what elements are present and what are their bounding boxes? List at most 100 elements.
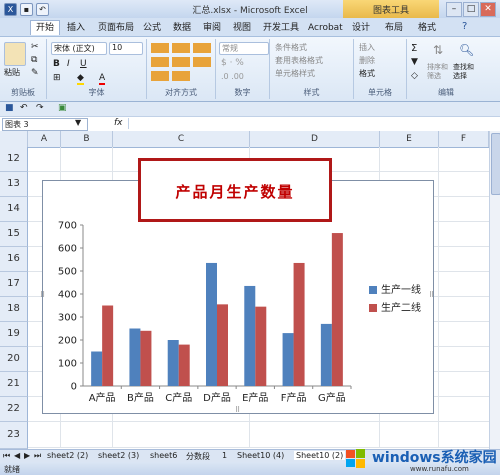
- print-icon[interactable]: ▣: [58, 103, 67, 113]
- column-header[interactable]: C: [113, 131, 250, 147]
- sheet-tab-active[interactable]: Sheet10 (2): [294, 451, 346, 460]
- sheet-nav-next-icon[interactable]: ▶: [24, 451, 30, 460]
- clear-icon[interactable]: ◇: [411, 71, 418, 81]
- font-name-select[interactable]: 宋体 (正文): [51, 42, 107, 55]
- row-header[interactable]: 14: [0, 197, 28, 222]
- legend-item[interactable]: 生产二线: [369, 299, 421, 314]
- font-group: 宋体 (正文) 10 B I U ⊞ ◆ A 字体: [47, 39, 147, 99]
- chart-resize-handle[interactable]: ⠿: [429, 291, 434, 299]
- border-icon[interactable]: ⊞: [53, 73, 61, 83]
- font-size-select[interactable]: 10: [109, 42, 143, 55]
- column-header[interactable]: A: [28, 131, 61, 147]
- format-cells-button[interactable]: 格式: [359, 68, 375, 79]
- row-header[interactable]: 13: [0, 172, 28, 197]
- row-header[interactable]: 21: [0, 372, 28, 397]
- align-top-icons[interactable]: [151, 43, 211, 53]
- legend-label: 生产一线: [381, 285, 421, 296]
- tab-page-layout[interactable]: 页面布局: [93, 21, 139, 35]
- currency-icon[interactable]: $ · %: [221, 58, 244, 68]
- table-format-button[interactable]: 套用表格格式: [275, 55, 323, 66]
- select-all-corner[interactable]: [0, 131, 28, 147]
- row-header[interactable]: 18: [0, 297, 28, 322]
- autosum-icon[interactable]: Σ: [411, 43, 417, 54]
- maximize-button[interactable]: □: [463, 2, 479, 17]
- sort-filter-button[interactable]: 排序和 筛选: [427, 63, 453, 81]
- sheet-tab[interactable]: 1: [222, 451, 227, 460]
- fx-icon[interactable]: fx: [114, 118, 123, 128]
- formula-input[interactable]: [128, 118, 487, 129]
- sheet-tab[interactable]: Sheet10 (4): [237, 451, 284, 460]
- delete-cells-button[interactable]: 删除: [359, 55, 375, 66]
- sheet-tab[interactable]: sheet6: [150, 451, 177, 460]
- minimize-button[interactable]: –: [446, 2, 462, 17]
- cell-style-button[interactable]: 单元格样式: [275, 68, 315, 79]
- indent-icons[interactable]: [151, 71, 191, 81]
- row-header[interactable]: 12: [0, 147, 28, 172]
- watermark: windows系统家园 www.runafu.com: [340, 444, 500, 475]
- tab-insert[interactable]: 插入: [62, 21, 90, 35]
- legend-item[interactable]: 生产一线: [369, 281, 421, 296]
- copy-icon[interactable]: ⧉: [31, 55, 37, 65]
- tab-format[interactable]: 格式: [413, 21, 441, 35]
- tab-developer[interactable]: 开发工具: [258, 21, 304, 35]
- undo-icon[interactable]: ↶: [20, 103, 28, 113]
- sort-icon[interactable]: ⇅: [433, 43, 443, 57]
- help-icon[interactable]: ?: [462, 21, 467, 32]
- redo-icon[interactable]: ↷: [36, 103, 44, 113]
- tab-review[interactable]: 审阅: [198, 21, 226, 35]
- decimal-icon[interactable]: .0 .00: [221, 72, 244, 81]
- format-painter-icon[interactable]: ✎: [31, 68, 39, 78]
- bar: [320, 323, 332, 386]
- row-header[interactable]: 15: [0, 222, 28, 247]
- save-icon[interactable]: ■: [5, 103, 14, 113]
- column-header[interactable]: D: [250, 131, 380, 147]
- cut-icon[interactable]: ✂: [31, 42, 39, 52]
- row-header[interactable]: 16: [0, 247, 28, 272]
- sheet-nav-last-icon[interactable]: ⏭: [34, 451, 41, 461]
- bar: [331, 233, 343, 386]
- tab-data[interactable]: 数据: [168, 21, 196, 35]
- chart-resize-handle[interactable]: ⠿: [235, 406, 240, 414]
- tab-view[interactable]: 视图: [228, 21, 256, 35]
- sheet-tab[interactable]: sheet2 (2): [47, 451, 88, 460]
- insert-cells-button[interactable]: 插入: [359, 42, 375, 53]
- sheet-nav-prev-icon[interactable]: ◀: [14, 451, 20, 460]
- font-color-icon[interactable]: A: [99, 73, 106, 85]
- align-horizontal-icons[interactable]: [151, 57, 211, 67]
- y-tick-label: 400: [58, 290, 77, 301]
- tab-acrobat[interactable]: Acrobat: [303, 21, 348, 35]
- number-format-select[interactable]: 常规: [219, 42, 269, 55]
- italic-icon[interactable]: I: [67, 59, 70, 69]
- paste-label[interactable]: 粘贴: [4, 67, 20, 78]
- name-box-dropdown-icon[interactable]: ▼: [75, 118, 81, 127]
- chart-resize-handle[interactable]: ⠿: [40, 291, 45, 299]
- tab-formulas[interactable]: 公式: [138, 21, 166, 35]
- tab-design[interactable]: 设计: [347, 21, 375, 35]
- column-header[interactable]: F: [439, 131, 489, 147]
- find-select-button[interactable]: 查找和 选择: [453, 63, 481, 81]
- row-header[interactable]: 22: [0, 397, 28, 422]
- row-header[interactable]: 23: [0, 422, 28, 449]
- fill-icon[interactable]: ▼: [411, 57, 418, 67]
- row-header[interactable]: 17: [0, 272, 28, 297]
- paste-icon[interactable]: [4, 42, 26, 66]
- sheet-tab[interactable]: 分数段: [186, 451, 210, 462]
- vertical-scrollbar[interactable]: [489, 131, 500, 449]
- conditional-format-button[interactable]: 条件格式: [275, 42, 307, 53]
- row-header[interactable]: 20: [0, 347, 28, 372]
- scroll-thumb[interactable]: [491, 133, 500, 195]
- fill-color-icon[interactable]: ◆: [77, 73, 84, 85]
- close-button[interactable]: ✕: [480, 2, 496, 17]
- sheet-tab[interactable]: sheet2 (3): [98, 451, 139, 460]
- tab-layout[interactable]: 布局: [380, 21, 408, 35]
- bold-icon[interactable]: B: [53, 59, 60, 69]
- column-header[interactable]: E: [380, 131, 439, 147]
- chart-title-box[interactable]: 产品月生产数量: [138, 158, 332, 222]
- group-label-number: 数字: [234, 88, 251, 97]
- tab-home[interactable]: 开始: [30, 20, 61, 35]
- underline-icon[interactable]: U: [80, 59, 87, 69]
- row-header[interactable]: 19: [0, 322, 28, 347]
- column-header[interactable]: B: [61, 131, 113, 147]
- sheet-nav-first-icon[interactable]: ⏮: [3, 451, 10, 461]
- find-icon[interactable]: 🔍︎: [459, 43, 474, 57]
